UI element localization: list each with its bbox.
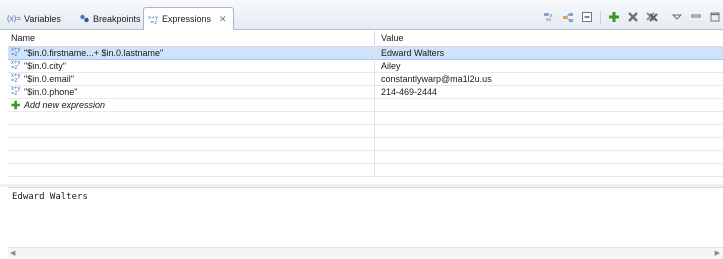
close-icon[interactable]: ✕: [219, 14, 227, 25]
empty-row: [8, 125, 723, 138]
table-row[interactable]: x+y =z "$in.0.firstname...+ $in.0.lastnam…: [8, 47, 723, 60]
svg-text:=z: =z: [150, 20, 157, 24]
column-divider[interactable]: [374, 31, 375, 45]
watch-expression-icon: x+y =z: [11, 73, 21, 84]
empty-row: [8, 112, 723, 125]
scroll-right-icon[interactable]: ▶: [715, 248, 720, 259]
scroll-left-icon[interactable]: ◀: [10, 248, 15, 259]
tab-breakpoints-label: Breakpoints: [93, 13, 141, 24]
table-row[interactable]: x+y =z "$in.0.phone" 214-469-2444: [8, 86, 723, 99]
watch-expression-icon: x+y =z: [11, 86, 21, 97]
table-row[interactable]: x+y =z "$in.0.email" constantlywarp@ma1l2…: [8, 73, 723, 86]
remove-all-expressions-icon[interactable]: [646, 11, 658, 23]
svg-text:x: x: [550, 13, 553, 19]
table-body: x+y =z "$in.0.firstname...+ $in.0.lastnam…: [8, 47, 723, 184]
view-menu-icon[interactable]: [671, 11, 683, 23]
show-type-names-icon[interactable]: x: [543, 11, 555, 23]
collapse-all-icon[interactable]: [581, 11, 593, 23]
expression-value: constantlywarp@ma1l2u.us: [381, 74, 492, 84]
table-row[interactable]: x+y =z "$in.0.city" Ailey: [8, 60, 723, 73]
expressions-table: Name Value x+y =z "$in.0.firstname...+ $i…: [8, 30, 723, 184]
view-tab-bar: (x)= Variables Breakpoints x+y =z Express…: [0, 0, 723, 30]
watch-expression-icon: x+y =z: [11, 60, 21, 71]
tab-breakpoints[interactable]: Breakpoints: [76, 7, 144, 30]
watch-expression-icon: x+y =z: [11, 47, 21, 58]
remove-expression-icon[interactable]: [627, 11, 639, 23]
breakpoints-icon: [79, 14, 90, 23]
minimize-icon[interactable]: [690, 11, 702, 23]
empty-row: [8, 164, 723, 177]
details-pane[interactable]: Edward Walters: [8, 187, 723, 248]
variables-icon: (x)=: [7, 14, 21, 23]
expression-value: Edward Walters: [381, 48, 445, 58]
tab-variables[interactable]: (x)= Variables: [4, 7, 64, 30]
expression-name: "$in.0.phone": [24, 87, 78, 97]
column-header-value[interactable]: Value: [381, 33, 403, 43]
expression-value: 214-469-2444: [381, 87, 438, 97]
expression-name: "$in.0.city": [24, 61, 66, 71]
add-icon: ✚: [11, 99, 21, 112]
expression-value: Ailey: [381, 61, 401, 71]
expressions-icon: x+y =z: [148, 14, 159, 24]
expression-name: "$in.0.email": [24, 74, 74, 84]
view-toolbar: x: [543, 9, 721, 25]
table-header: Name Value: [8, 30, 723, 47]
horizontal-scrollbar[interactable]: ◀ ▶: [8, 247, 723, 259]
show-logical-structure-icon[interactable]: [562, 11, 574, 23]
column-header-name[interactable]: Name: [11, 33, 35, 43]
add-expression-label: Add new expression: [24, 100, 106, 110]
empty-row: [8, 151, 723, 164]
add-expression-row[interactable]: ✚ Add new expression: [8, 99, 723, 112]
add-expression-icon[interactable]: [608, 11, 620, 23]
tab-expressions[interactable]: x+y =z Expressions ✕: [143, 7, 234, 30]
expression-name: "$in.0.firstname...+ $in.0.lastname": [24, 48, 164, 58]
details-text[interactable]: Edward Walters: [12, 192, 88, 202]
toolbar-separator: [600, 10, 601, 24]
maximize-icon[interactable]: [709, 11, 721, 23]
empty-row: [8, 138, 723, 151]
tab-variables-label: Variables: [24, 13, 61, 24]
tab-expressions-label: Expressions: [162, 14, 212, 24]
